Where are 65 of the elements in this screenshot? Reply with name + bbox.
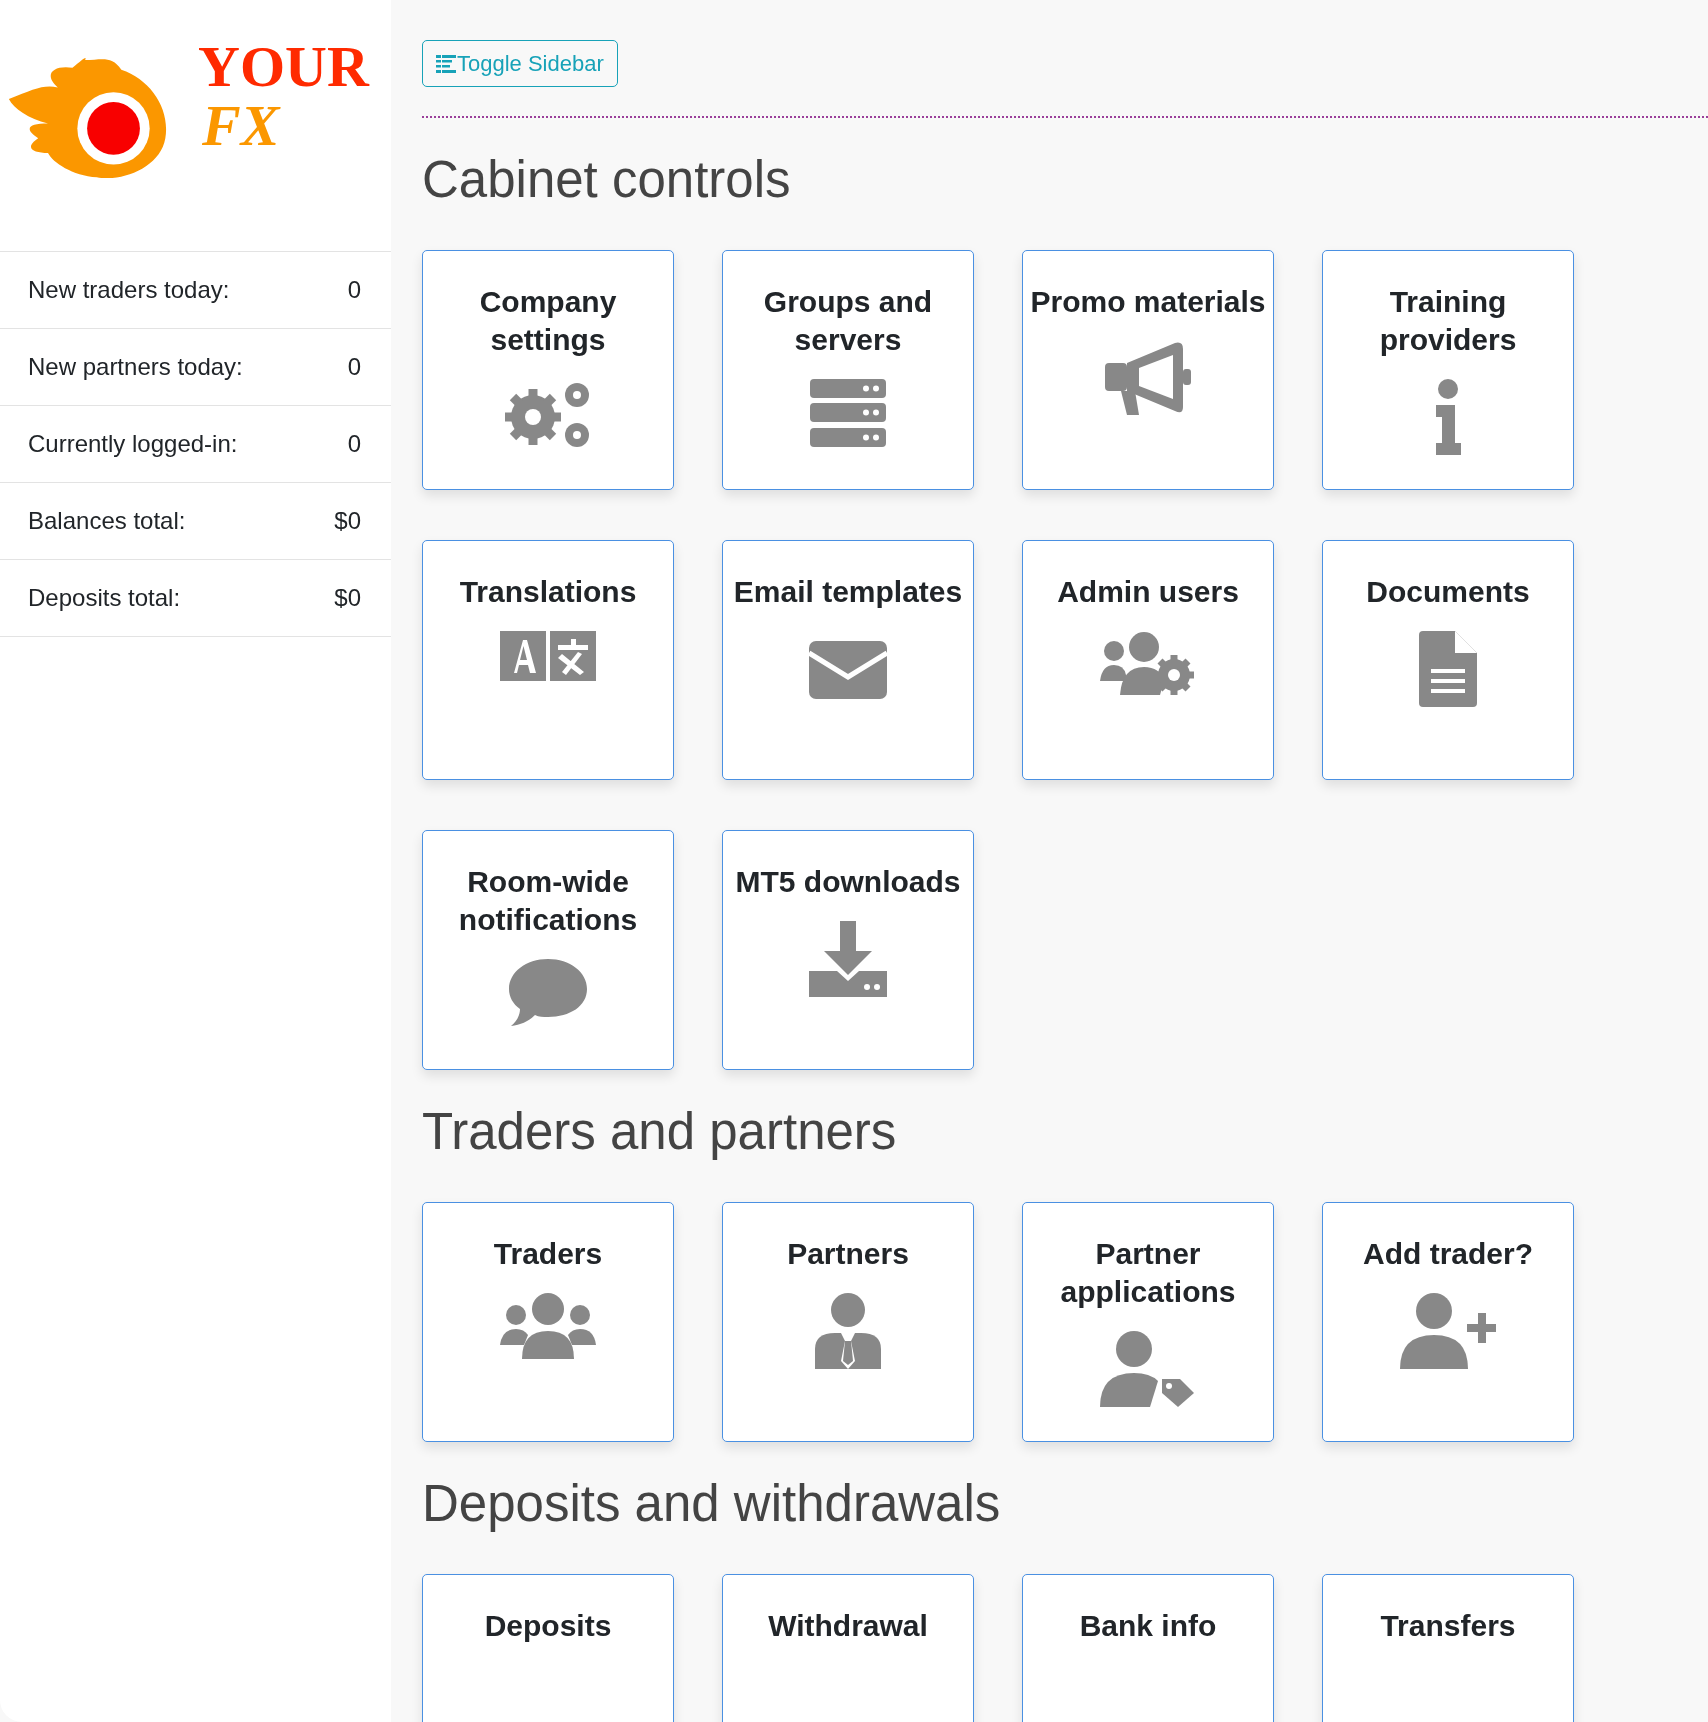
dashboard-card[interactable]: Partners	[722, 1202, 974, 1442]
dashboard-card[interactable]: Partner applications	[1022, 1202, 1274, 1442]
card-title: Withdrawal	[767, 1608, 929, 1644]
dashboard-card[interactable]: Transfers	[1322, 1574, 1574, 1722]
megaphone-icon	[1105, 341, 1191, 417]
server-icon	[810, 379, 886, 447]
dashboard-card[interactable]: MT5 downloads	[722, 830, 974, 1070]
info-icon	[1433, 379, 1463, 455]
document-icon	[1419, 631, 1477, 707]
dashboard-card[interactable]: Withdrawal	[722, 1574, 974, 1722]
stat-value: 0	[347, 353, 361, 381]
stat-value: $0	[334, 507, 361, 535]
logo-text: FX	[202, 98, 282, 154]
card-title: Bank info	[1078, 1608, 1218, 1644]
dashboard-card[interactable]: Admin users	[1022, 540, 1274, 780]
dashboard-card[interactable]: Training providers	[1322, 250, 1574, 490]
stat-label: Balances total:	[28, 507, 186, 535]
section-heading: Traders and partners	[422, 1102, 898, 1162]
card-title: Transfers	[1379, 1608, 1517, 1644]
stat-label: Currently logged-in:	[28, 430, 238, 458]
users-gear-icon	[1100, 631, 1196, 697]
card-title: Partners	[786, 1236, 910, 1272]
card-title: Training providers	[1378, 284, 1518, 358]
dashboard-card[interactable]: Email templates	[722, 540, 974, 780]
businessman-icon	[815, 1293, 881, 1369]
card-title: Email templates	[732, 574, 964, 610]
stat-label: New traders today:	[28, 276, 230, 304]
menu-icon	[436, 53, 456, 74]
dashboard-card[interactable]: Room-wide notifications	[422, 830, 674, 1070]
user-tag-icon	[1100, 1331, 1196, 1407]
card-title: Deposits	[483, 1608, 613, 1644]
section-heading: Deposits and withdrawals	[422, 1474, 1002, 1534]
card-title: MT5 downloads	[734, 864, 962, 900]
stat-label: New partners today:	[28, 353, 243, 381]
card-title: Admin users	[1056, 574, 1240, 610]
dashboard-card[interactable]: Traders	[422, 1202, 674, 1442]
card-title: Translations	[458, 574, 638, 610]
stat-value: $0	[334, 584, 361, 612]
user-plus-icon	[1400, 1293, 1496, 1369]
dashboard-card[interactable]: Promo materials	[1022, 250, 1274, 490]
dashboard-card[interactable]: Deposits	[422, 1574, 674, 1722]
translate-icon	[500, 631, 596, 681]
logo-text: YOUR	[198, 36, 369, 98]
dashboard-card[interactable]: Company settings	[422, 250, 674, 490]
stat-label: Deposits total:	[28, 584, 181, 612]
card-title: Traders	[492, 1236, 604, 1272]
card-title: Room-wide notifications	[457, 864, 639, 938]
card-title: Company settings	[478, 284, 618, 358]
download-icon	[809, 921, 887, 997]
dashboard-card[interactable]: Bank info	[1022, 1574, 1274, 1722]
envelope-icon	[809, 641, 887, 699]
dashboard-card[interactable]: Documents	[1322, 540, 1574, 780]
card-title: Groups and servers	[762, 284, 934, 358]
dashboard-card[interactable]: Groups and servers	[722, 250, 974, 490]
card-title: Documents	[1365, 574, 1531, 610]
card-title: Add trader?	[1362, 1236, 1534, 1272]
stat-value: 0	[347, 276, 361, 304]
section-heading: Cabinet controls	[422, 150, 792, 210]
users-icon	[500, 1293, 596, 1359]
speech-bubble-icon	[509, 959, 587, 1027]
dashboard-card[interactable]: Translations	[422, 540, 674, 780]
stat-value: 0	[347, 430, 361, 458]
card-title: Promo materials	[1030, 284, 1266, 320]
dashboard-card[interactable]: Add trader?	[1322, 1202, 1574, 1442]
card-title: Partner applications	[1059, 1236, 1237, 1310]
